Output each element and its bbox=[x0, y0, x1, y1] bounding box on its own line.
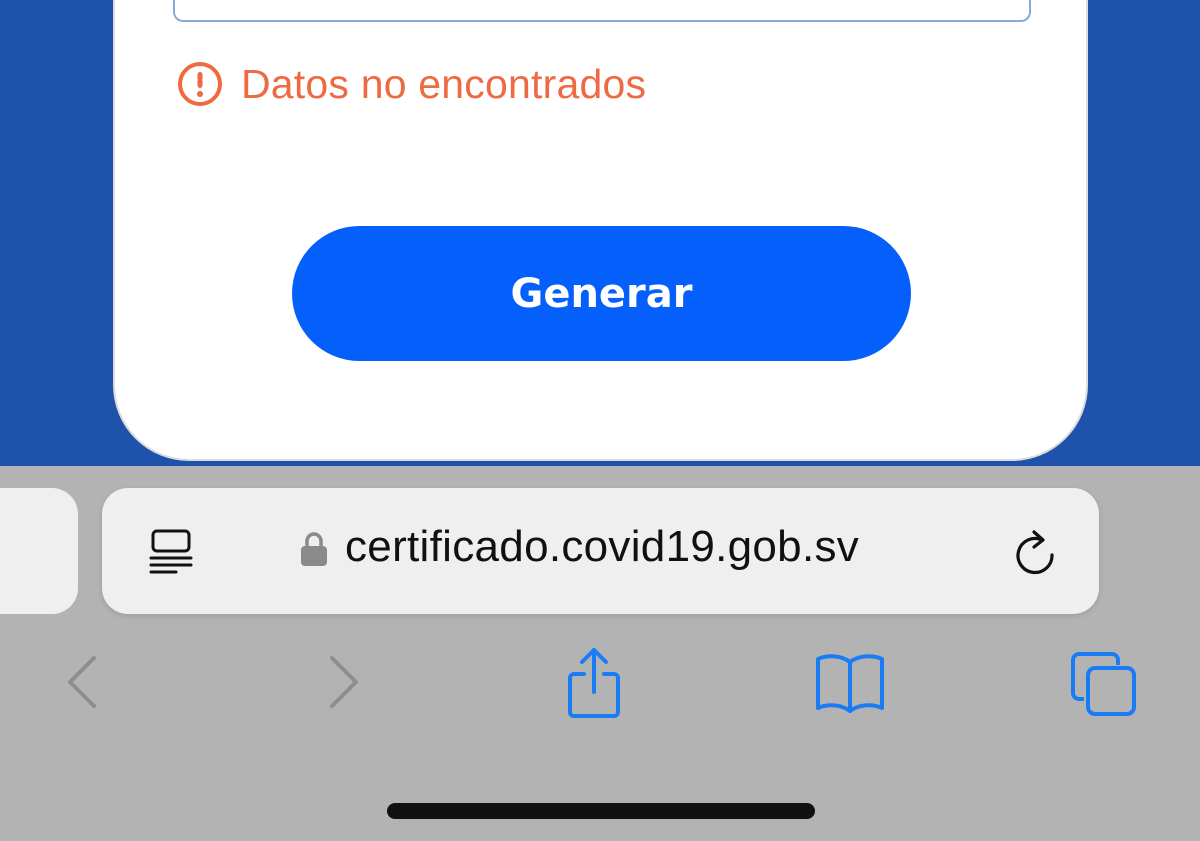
tabs-icon[interactable] bbox=[1068, 649, 1140, 719]
error-message: Datos no encontrados bbox=[177, 59, 646, 109]
share-icon[interactable] bbox=[562, 646, 626, 720]
reader-mode-icon[interactable] bbox=[148, 528, 194, 576]
url-text[interactable]: certificado.covid19.gob.sv bbox=[345, 522, 859, 572]
forward-icon[interactable] bbox=[322, 652, 366, 712]
bookmarks-icon[interactable] bbox=[813, 652, 887, 714]
generate-button[interactable]: Generar bbox=[292, 226, 911, 361]
lock-icon bbox=[301, 532, 327, 566]
reload-icon[interactable] bbox=[1012, 528, 1058, 576]
address-bar[interactable]: certificado.covid19.gob.sv bbox=[102, 488, 1099, 614]
back-icon[interactable] bbox=[60, 652, 104, 712]
browser-toolbar: certificado.covid19.gob.sv bbox=[0, 466, 1200, 841]
previous-tab-preview[interactable] bbox=[0, 488, 78, 614]
page-background: Datos no encontrados Generar bbox=[0, 0, 1200, 466]
code-input-field[interactable] bbox=[173, 0, 1031, 22]
form-card: Datos no encontrados Generar bbox=[113, 0, 1088, 461]
error-text: Datos no encontrados bbox=[241, 60, 647, 107]
alert-circle-icon bbox=[178, 62, 222, 106]
home-indicator bbox=[387, 803, 815, 819]
